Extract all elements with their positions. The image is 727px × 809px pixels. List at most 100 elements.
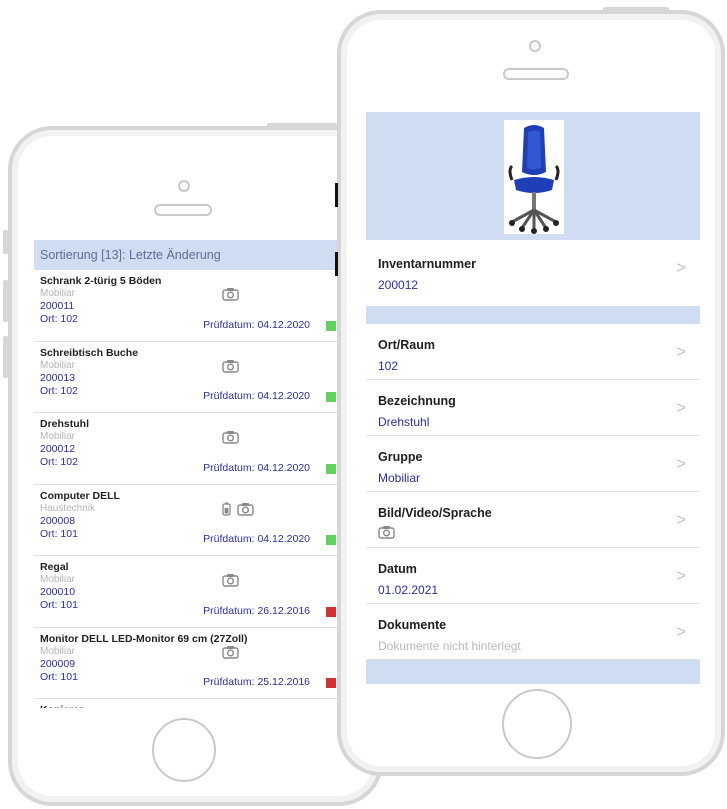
item-title: Drehstuhl	[40, 418, 90, 430]
inventarnummer-value: 200012	[378, 278, 419, 292]
ort-raum-row[interactable]: Ort/Raum 102 >	[366, 324, 700, 380]
bild-video-sprache-label: Bild/Video/Sprache	[378, 506, 492, 520]
item-media-icons	[222, 573, 239, 592]
list-item[interactable]: Drehstuhl Mobiliar 200012 Ort: 102 Prüfdatum…	[34, 413, 356, 485]
volume-up-button	[3, 280, 8, 322]
gruppe-label: Gruppe	[378, 450, 423, 464]
chevron-right-icon: >	[676, 454, 686, 473]
item-inspection-date: Prüfdatum: 25.12.2016	[203, 676, 310, 688]
list-item[interactable]: Schrank 2-türig 5 Böden Mobiliar 200011 Ort…	[34, 270, 356, 342]
gruppe-row[interactable]: Gruppe Mobiliar >	[366, 436, 700, 492]
item-group: Mobiliar	[40, 431, 76, 442]
item-group: Mobiliar	[40, 288, 76, 299]
earpiece-speaker	[154, 204, 212, 216]
status-indicator	[326, 535, 336, 545]
volume-down-button	[3, 336, 8, 378]
mute-switch	[3, 230, 8, 254]
item-id: 200009	[40, 657, 76, 670]
home-button[interactable]	[502, 689, 572, 759]
item-image-band	[366, 112, 700, 240]
status-indicator	[326, 606, 336, 617]
bezeichnung-label: Bezeichnung	[378, 394, 456, 408]
item-photo[interactable]	[504, 120, 564, 234]
item-title: Schrank 2-türig 5 Böden	[40, 275, 162, 287]
item-inspection-date: Prüfdatum: 04.12.2020	[203, 461, 310, 474]
camera-icon	[237, 502, 254, 521]
detail-fields: Ort/Raum 102 > Bezeichnung Drehstuhl > Gruppe M…	[366, 324, 700, 660]
item-inspection-date: Prüfdatum: 26.12.2016	[203, 604, 310, 617]
chevron-right-icon: >	[676, 566, 686, 585]
status-indicator	[326, 392, 336, 402]
item-media-icons	[222, 430, 239, 449]
item-group: Mobiliar	[40, 574, 76, 585]
front-camera	[178, 180, 190, 192]
earpiece-speaker	[503, 68, 569, 80]
front-camera	[529, 40, 541, 52]
inventory-detail-screen: Inventarnummer 200012 > Ort/Raum 102 > Beze…	[366, 112, 700, 684]
phone-right: Inventarnummer 200012 > Ort/Raum 102 > Beze…	[337, 7, 725, 776]
ort-raum-value: 102	[378, 359, 399, 373]
inventarnummer-row[interactable]: Inventarnummer 200012 >	[366, 240, 700, 306]
status-indicator	[326, 320, 336, 331]
status-indicator	[326, 463, 336, 474]
camera-icon	[222, 359, 239, 378]
item-group: Haustechnik	[40, 502, 96, 514]
sort-header[interactable]: Sortierung [13]: Letzte Änderung	[34, 240, 356, 270]
item-id: 200012	[40, 443, 76, 455]
dokumente-value: Dokumente nicht hinterlegt	[378, 639, 521, 653]
datum-label: Datum	[378, 562, 417, 576]
home-button[interactable]	[152, 718, 216, 782]
bezeichnung-value: Drehstuhl	[378, 415, 430, 429]
chevron-right-icon: >	[676, 510, 686, 529]
item-id: 200011	[40, 300, 75, 312]
battery-icon	[222, 502, 231, 521]
item-title: Computer DELL	[40, 489, 120, 502]
list-item[interactable]: Computer DELL Haustechnik 200008 Ort: 101 Pr…	[34, 485, 356, 556]
chevron-right-icon: >	[676, 398, 686, 417]
phone-left: Sortierung [13]: Letzte Änderung Schrank…	[3, 123, 383, 806]
status-indicator	[326, 678, 336, 688]
chevron-right-icon: >	[676, 258, 686, 277]
datum-value: 01.02.2021	[378, 583, 439, 597]
divider-mark	[335, 252, 338, 276]
power-button	[603, 7, 669, 12]
dokumente-label: Dokumente	[378, 618, 447, 632]
item-title: Kopierer	[40, 704, 350, 708]
item-inspection-date: Prüfdatum: 04.12.2020	[203, 533, 310, 545]
camera-icon	[222, 430, 239, 449]
gruppe-value: Mobiliar	[378, 471, 421, 485]
list-item[interactable]: Schreibtisch Buche Mobiliar 200013 Ort: 102…	[34, 342, 356, 413]
item-group: Mobiliar	[40, 359, 76, 371]
item-title: Schreibtisch Buche	[40, 346, 139, 359]
item-media-icons	[222, 502, 254, 521]
dokumente-row[interactable]: Dokumente Dokumente nicht hinterlegt >	[366, 604, 700, 660]
office-chair-image	[508, 125, 560, 234]
ort-raum-label: Ort/Raum	[378, 338, 435, 352]
item-title: Regal	[40, 561, 69, 573]
inventory-list: Schrank 2-türig 5 Böden Mobiliar 200011 Ort…	[34, 270, 356, 708]
datum-row[interactable]: Datum 01.02.2021 >	[366, 548, 700, 604]
item-title: Monitor DELL LED-Monitor 69 cm (27Zoll)	[40, 632, 248, 645]
item-id: 200010	[40, 586, 76, 598]
inventarnummer-label: Inventarnummer	[378, 257, 476, 271]
camera-icon	[222, 287, 239, 306]
list-item[interactable]: Monitor DELL LED-Monitor 69 cm (27Zoll) M…	[34, 628, 356, 699]
item-id: 200008	[40, 514, 76, 527]
section-separator	[366, 306, 700, 324]
camera-icon	[378, 525, 688, 544]
item-media-icons	[222, 359, 239, 378]
item-inspection-date: Prüfdatum: 04.12.2020	[203, 318, 310, 331]
item-id: 200013	[40, 371, 76, 384]
item-inspection-date: Prüfdatum: 04.12.2020	[203, 390, 310, 402]
divider-mark	[335, 183, 338, 207]
list-item[interactable]: Kopierer	[34, 699, 356, 708]
chevron-right-icon: >	[676, 342, 686, 361]
power-button	[267, 123, 337, 128]
bild-video-sprache-row[interactable]: Bild/Video/Sprache >	[366, 492, 700, 548]
list-item[interactable]: Regal Mobiliar 200010 Ort: 101 Prüfdatum: 26…	[34, 556, 356, 628]
item-group: Mobiliar	[40, 645, 76, 657]
inventory-list-screen: Sortierung [13]: Letzte Änderung Schrank…	[34, 240, 356, 708]
item-media-icons	[222, 287, 239, 306]
camera-icon	[222, 645, 239, 664]
bezeichnung-row[interactable]: Bezeichnung Drehstuhl >	[366, 380, 700, 436]
